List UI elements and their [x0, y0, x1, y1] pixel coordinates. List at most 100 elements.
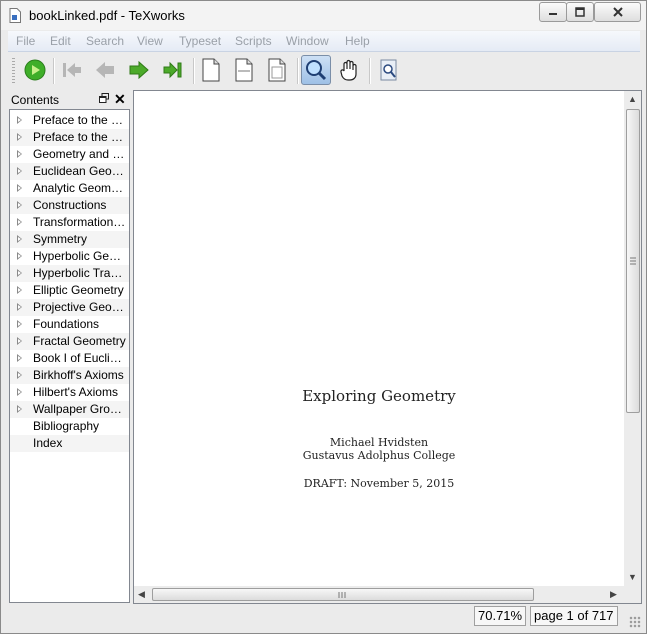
- close-button[interactable]: [594, 2, 641, 22]
- tree-item-label: Elliptic Geometry: [33, 283, 124, 297]
- tree-item[interactable]: Hilbert's Axioms: [10, 384, 129, 401]
- pdf-viewer[interactable]: Exploring Geometry Michael Hvidsten Gust…: [133, 90, 642, 604]
- close-panel-icon[interactable]: ✕: [114, 91, 126, 108]
- expand-arrow-icon[interactable]: [17, 235, 22, 243]
- actual-size-button[interactable]: [196, 55, 226, 85]
- expand-arrow-icon[interactable]: [17, 371, 22, 379]
- fit-width-icon: [235, 58, 253, 82]
- tree-item-label: Book I of Euclid's Elements: [33, 351, 127, 365]
- expand-arrow-icon[interactable]: [17, 150, 22, 158]
- undock-icon[interactable]: [99, 93, 109, 103]
- document-icon: [9, 8, 21, 23]
- document-author: Michael Hvidsten: [329, 436, 429, 449]
- minimize-button[interactable]: [539, 2, 567, 22]
- fit-width-button[interactable]: [229, 55, 259, 85]
- hand-icon: [340, 59, 357, 81]
- next-page-button[interactable]: [124, 55, 154, 85]
- find-button[interactable]: [374, 55, 404, 85]
- expand-arrow-icon[interactable]: [17, 405, 22, 413]
- menu-window[interactable]: Window: [286, 34, 329, 48]
- expand-arrow-icon[interactable]: [17, 286, 22, 294]
- maximize-icon: [575, 7, 585, 17]
- expand-arrow-icon[interactable]: [17, 201, 22, 209]
- tree-item[interactable]: Elliptic Geometry: [10, 282, 129, 299]
- tree-item-label: Hilbert's Axioms: [33, 385, 118, 399]
- scroll-left-icon[interactable]: ◀: [138, 589, 145, 600]
- find-in-page-icon: [380, 59, 397, 81]
- vertical-scrollbar[interactable]: ▲ ▼: [624, 91, 641, 586]
- tree-item[interactable]: Hyperbolic Geometry: [10, 248, 129, 265]
- expand-arrow-icon[interactable]: [17, 303, 22, 311]
- tree-item[interactable]: Foundations: [10, 316, 129, 333]
- maximize-button[interactable]: [566, 2, 594, 22]
- tree-item-label: Hyperbolic Transformations: [33, 266, 127, 280]
- document-date: DRAFT: November 5, 2015: [303, 477, 455, 490]
- menu-search[interactable]: Search: [86, 34, 124, 48]
- tree-item[interactable]: Symmetry: [10, 231, 129, 248]
- expand-arrow-icon[interactable]: [17, 269, 22, 277]
- tree-item[interactable]: Fractal Geometry: [10, 333, 129, 350]
- menu-edit[interactable]: Edit: [50, 34, 71, 48]
- toolbar-grip[interactable]: [12, 58, 15, 84]
- tree-item[interactable]: Book I of Euclid's Elements: [10, 350, 129, 367]
- tree-item[interactable]: Index: [10, 435, 129, 452]
- horizontal-scroll-thumb[interactable]: [152, 588, 534, 601]
- tree-item-label: Index: [33, 436, 63, 450]
- close-icon: [612, 7, 623, 17]
- arrow-right-icon: [129, 60, 149, 80]
- menu-view[interactable]: View: [137, 34, 163, 48]
- title-bar[interactable]: bookLinked.pdf - TeXworks: [1, 1, 646, 30]
- tree-item[interactable]: Wallpaper Groups: [10, 401, 129, 418]
- toolbar-separator: [193, 58, 195, 84]
- typeset-button[interactable]: [20, 55, 50, 85]
- tree-item[interactable]: Analytic Geometry: [10, 180, 129, 197]
- resize-grip[interactable]: [629, 616, 641, 628]
- tree-item[interactable]: Hyperbolic Transformations: [10, 265, 129, 282]
- tree-item[interactable]: Transformational Geometry: [10, 214, 129, 231]
- tree-item[interactable]: Birkhoff's Axioms: [10, 367, 129, 384]
- tree-item[interactable]: Preface to the First Edition: [10, 129, 129, 146]
- menu-bar: File Edit Search View Typeset Scripts Wi…: [8, 31, 640, 52]
- menu-scripts[interactable]: Scripts: [235, 34, 272, 48]
- zoom-level: 70.71%: [474, 606, 527, 626]
- expand-arrow-icon[interactable]: [17, 218, 22, 226]
- scroll-right-icon[interactable]: ▶: [610, 589, 617, 600]
- menu-typeset[interactable]: Typeset: [179, 34, 221, 48]
- expand-arrow-icon[interactable]: [17, 320, 22, 328]
- fit-window-icon: [268, 58, 286, 82]
- status-bar: 70.71% page 1 of 717: [1, 604, 646, 632]
- toolbar-separator: [53, 58, 55, 84]
- first-page-icon: [63, 63, 81, 77]
- tree-item-label: Preface to the Second Edition: [33, 113, 127, 127]
- expand-arrow-icon[interactable]: [17, 337, 22, 345]
- expand-arrow-icon[interactable]: [17, 252, 22, 260]
- first-page-button[interactable]: [57, 55, 87, 85]
- menu-file[interactable]: File: [16, 34, 35, 48]
- menu-help[interactable]: Help: [345, 34, 370, 48]
- tree-item[interactable]: Projective Geometry: [10, 299, 129, 316]
- tree-item[interactable]: Bibliography: [10, 418, 129, 435]
- tree-item-label: Birkhoff's Axioms: [33, 368, 124, 382]
- magnify-tool-button[interactable]: [301, 55, 331, 85]
- vertical-scroll-thumb[interactable]: [626, 109, 640, 413]
- tree-item-label: Preface to the First Edition: [33, 130, 127, 144]
- expand-arrow-icon[interactable]: [17, 116, 22, 124]
- tree-item[interactable]: Constructions: [10, 197, 129, 214]
- expand-arrow-icon[interactable]: [17, 167, 22, 175]
- expand-arrow-icon[interactable]: [17, 354, 22, 362]
- scroll-tool-button[interactable]: [335, 55, 365, 85]
- tree-item[interactable]: Preface to the Second Edition: [10, 112, 129, 129]
- scroll-down-icon[interactable]: ▼: [628, 572, 637, 582]
- tree-item-label: Constructions: [33, 198, 107, 212]
- expand-arrow-icon[interactable]: [17, 388, 22, 396]
- tree-item[interactable]: Euclidean Geometry: [10, 163, 129, 180]
- expand-arrow-icon[interactable]: [17, 133, 22, 141]
- fit-window-button[interactable]: [262, 55, 292, 85]
- tree-item-label: Bibliography: [33, 419, 100, 433]
- horizontal-scrollbar[interactable]: ◀ ▶: [134, 586, 624, 603]
- scroll-up-icon[interactable]: ▲: [628, 94, 637, 104]
- expand-arrow-icon[interactable]: [17, 184, 22, 192]
- tree-item[interactable]: Geometry and Geometric Proof: [10, 146, 129, 163]
- previous-page-button[interactable]: [90, 55, 120, 85]
- last-page-button[interactable]: [158, 55, 188, 85]
